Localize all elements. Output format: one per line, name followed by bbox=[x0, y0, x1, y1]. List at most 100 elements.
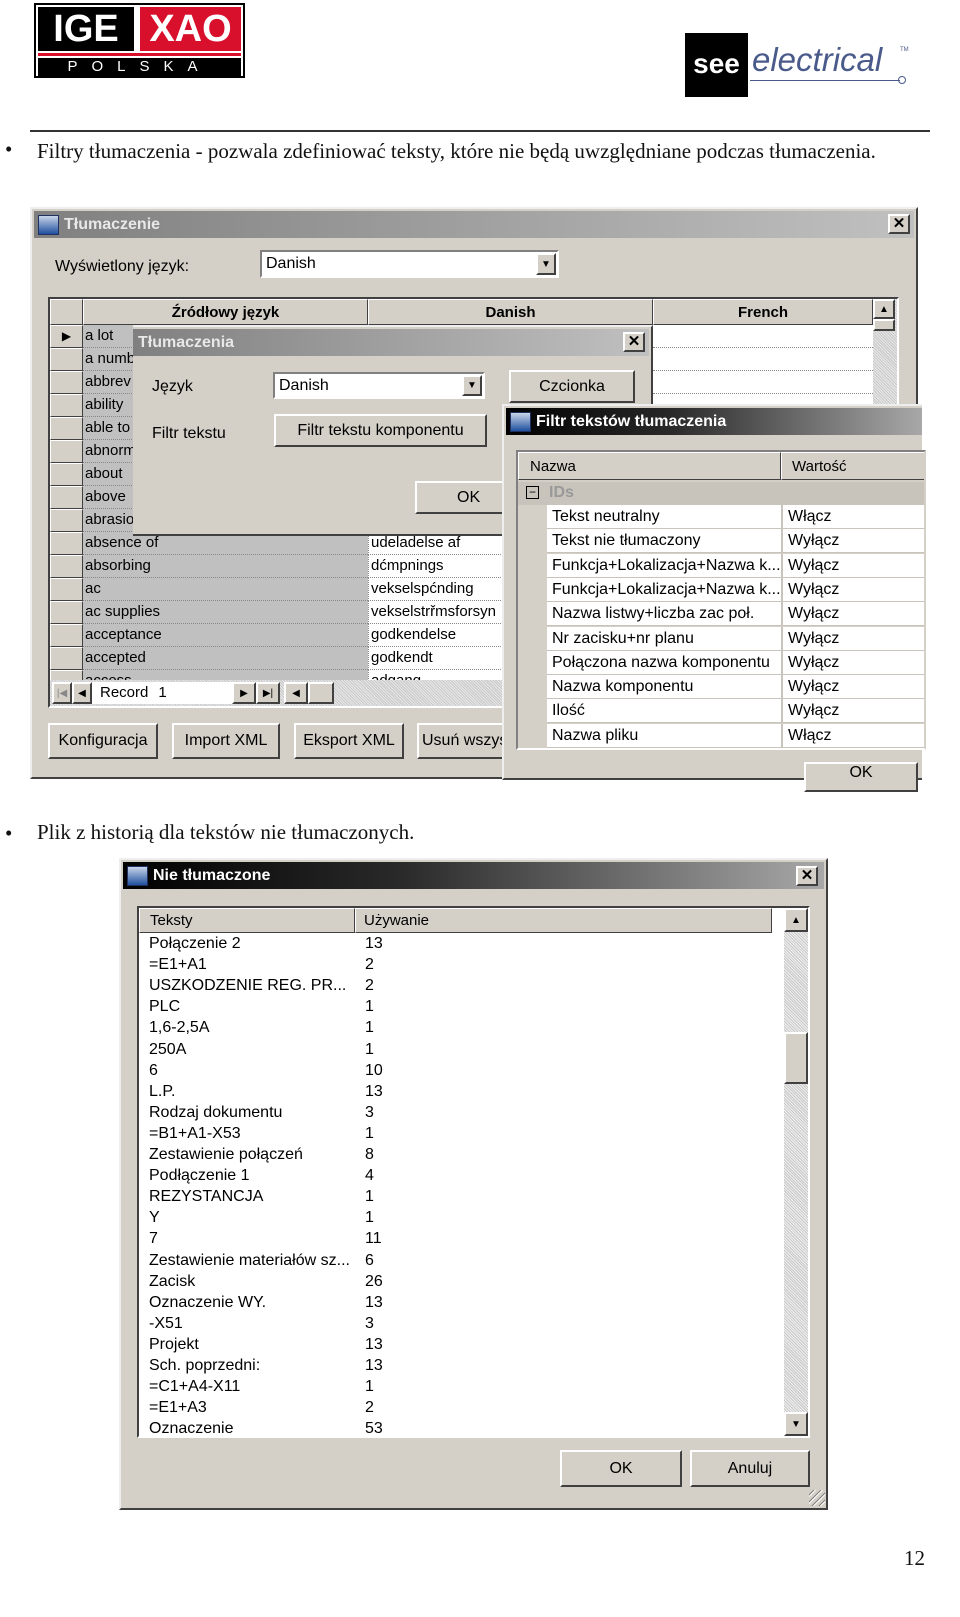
row-selector[interactable] bbox=[50, 601, 83, 624]
property-row[interactable]: Nazwa komponentu Wyłącz bbox=[518, 675, 924, 700]
property-row[interactable]: Funkcja+Lokalizacja+Nazwa k... Wyłącz bbox=[518, 577, 924, 602]
last-record-button[interactable]: ▶| bbox=[256, 682, 280, 704]
scroll-thumb[interactable] bbox=[873, 319, 895, 331]
list-item[interactable]: USZKODZENIE REG. PR... 2 bbox=[139, 975, 772, 996]
french-text-cell[interactable] bbox=[653, 348, 873, 371]
row-selector[interactable] bbox=[50, 463, 83, 486]
list-item[interactable]: PLC 1 bbox=[139, 996, 772, 1017]
chevron-down-icon[interactable]: ▼ bbox=[462, 375, 482, 396]
list-item[interactable]: 250A 1 bbox=[139, 1039, 772, 1060]
property-value[interactable]: Włącz bbox=[781, 505, 924, 529]
row-selector[interactable] bbox=[50, 348, 83, 371]
list-item[interactable]: Zestawienie materiałów sz... 6 bbox=[139, 1250, 772, 1271]
property-row[interactable]: Nr zacisku+nr planu Wyłącz bbox=[518, 626, 924, 651]
resize-grip-icon[interactable] bbox=[809, 1490, 825, 1506]
export-xml-button[interactable]: Eksport XML bbox=[294, 723, 404, 759]
list-item[interactable]: Oznaczenie 53 bbox=[139, 1418, 772, 1436]
property-row[interactable]: Funkcja+Lokalizacja+Nazwa k... Wyłącz bbox=[518, 553, 924, 578]
close-button[interactable]: ✕ bbox=[796, 866, 818, 886]
row-selector[interactable] bbox=[50, 578, 83, 601]
scroll-thumb[interactable] bbox=[784, 1032, 808, 1084]
property-value[interactable]: Wyłącz bbox=[781, 602, 924, 627]
property-row[interactable]: Ilość Wyłącz bbox=[518, 699, 924, 724]
column-header-texts[interactable]: Teksty bbox=[139, 908, 355, 933]
property-value[interactable]: Wyłącz bbox=[781, 577, 924, 602]
row-selector[interactable] bbox=[50, 440, 83, 463]
collapse-icon[interactable]: − bbox=[526, 486, 539, 499]
row-selector[interactable] bbox=[50, 555, 83, 578]
property-value[interactable]: Wyłącz bbox=[781, 529, 924, 554]
column-header-french[interactable]: French bbox=[653, 299, 873, 325]
row-selector[interactable] bbox=[50, 647, 83, 670]
property-row[interactable]: Nazwa listwy+liczba zac poł. Wyłącz bbox=[518, 602, 924, 627]
list-item[interactable]: Projekt 13 bbox=[139, 1334, 772, 1355]
scroll-up-button[interactable]: ▲ bbox=[873, 299, 895, 319]
row-selector[interactable] bbox=[50, 532, 83, 555]
group-row-ids[interactable]: − IDs bbox=[518, 482, 924, 505]
property-value[interactable]: Wyłącz bbox=[781, 699, 924, 724]
list-item[interactable]: =C1+A4-X11 1 bbox=[139, 1376, 772, 1397]
list-item[interactable]: Podłączenie 1 4 bbox=[139, 1165, 772, 1186]
property-value[interactable]: Wyłącz bbox=[781, 553, 924, 578]
next-record-button[interactable]: ▶ bbox=[232, 682, 256, 704]
list-item[interactable]: =B1+A1-X53 1 bbox=[139, 1123, 772, 1144]
list-item[interactable]: Sch. poprzedni: 13 bbox=[139, 1355, 772, 1376]
row-selector[interactable] bbox=[50, 624, 83, 647]
previous-record-button[interactable]: ◀ bbox=[72, 682, 92, 704]
scroll-left-button[interactable]: ◀ bbox=[284, 682, 308, 704]
column-header-source[interactable]: Źródłowy język bbox=[83, 299, 368, 325]
property-value[interactable]: Wyłącz bbox=[781, 626, 924, 651]
property-row[interactable]: Tekst neutralny Włącz bbox=[518, 505, 924, 529]
source-text-cell[interactable]: ac bbox=[83, 578, 368, 601]
component-text-filter-button[interactable]: Filtr tekstu komponentu bbox=[274, 414, 487, 447]
cancel-button[interactable]: Anuluj bbox=[690, 1450, 810, 1487]
ok-button[interactable]: OK bbox=[804, 762, 918, 792]
configuration-button[interactable]: Konfiguracja bbox=[48, 723, 158, 759]
row-selector[interactable] bbox=[50, 371, 83, 394]
horizontal-scroll-thumb[interactable] bbox=[308, 682, 334, 704]
row-selector[interactable] bbox=[50, 486, 83, 509]
column-header-danish[interactable]: Danish bbox=[368, 299, 653, 325]
first-record-button[interactable]: |◀ bbox=[52, 682, 72, 704]
list-item[interactable]: 6 10 bbox=[139, 1060, 772, 1081]
row-selector[interactable] bbox=[50, 394, 83, 417]
list-item[interactable]: -X51 3 bbox=[139, 1313, 772, 1334]
list-item[interactable]: Zacisk 26 bbox=[139, 1271, 772, 1292]
record-field[interactable]: Record 1 bbox=[92, 682, 232, 704]
column-header-value[interactable]: Wartość bbox=[781, 452, 924, 480]
property-row[interactable]: Tekst nie tłumaczony Wyłącz bbox=[518, 529, 924, 554]
source-text-cell[interactable]: absorbing bbox=[83, 555, 368, 578]
close-button[interactable]: ✕ bbox=[888, 214, 910, 234]
source-text-cell[interactable]: accepted bbox=[83, 647, 368, 670]
column-header-name[interactable]: Nazwa bbox=[518, 452, 781, 480]
record-number[interactable]: 1 bbox=[158, 684, 166, 701]
chevron-down-icon[interactable]: ▼ bbox=[536, 253, 556, 275]
import-xml-button[interactable]: Import XML bbox=[172, 723, 280, 759]
source-text-cell[interactable]: acceptance bbox=[83, 624, 368, 647]
display-language-select[interactable]: Danish ▼ bbox=[260, 250, 559, 278]
row-selector[interactable] bbox=[50, 417, 83, 440]
column-header-usage[interactable]: Używanie bbox=[355, 908, 772, 933]
list-item[interactable]: REZYSTANCJA 1 bbox=[139, 1186, 772, 1207]
list-item[interactable]: 7 11 bbox=[139, 1228, 772, 1249]
ok-button[interactable]: OK bbox=[560, 1450, 682, 1487]
list-item[interactable]: L.P. 13 bbox=[139, 1081, 772, 1102]
list-item[interactable]: 1,6-2,5A 1 bbox=[139, 1017, 772, 1038]
french-text-cell[interactable] bbox=[653, 325, 873, 348]
property-row[interactable]: Nazwa pliku Włącz bbox=[518, 723, 924, 748]
list-item[interactable]: Połączenie 2 13 bbox=[139, 933, 772, 954]
list-item[interactable]: Y1 bbox=[139, 1207, 772, 1228]
property-value[interactable]: Włącz bbox=[781, 723, 924, 748]
scroll-up-button[interactable]: ▲ bbox=[784, 908, 808, 932]
list-item[interactable]: Zestawienie połączeń 8 bbox=[139, 1144, 772, 1165]
language-select[interactable]: Danish ▼ bbox=[273, 372, 485, 399]
font-button[interactable]: Czcionka bbox=[509, 370, 635, 403]
vertical-scrollbar[interactable]: ▲ ▼ bbox=[784, 908, 808, 1436]
list-item[interactable]: =E1+A3 2 bbox=[139, 1397, 772, 1418]
source-text-cell[interactable]: ac supplies bbox=[83, 601, 368, 624]
list-item[interactable]: Rodzaj dokumentu 3 bbox=[139, 1102, 772, 1123]
current-row-indicator-icon[interactable]: ▶ bbox=[50, 325, 83, 348]
french-text-cell[interactable] bbox=[653, 371, 873, 394]
close-button[interactable]: ✕ bbox=[623, 332, 645, 352]
property-value[interactable]: Wyłącz bbox=[781, 675, 924, 700]
